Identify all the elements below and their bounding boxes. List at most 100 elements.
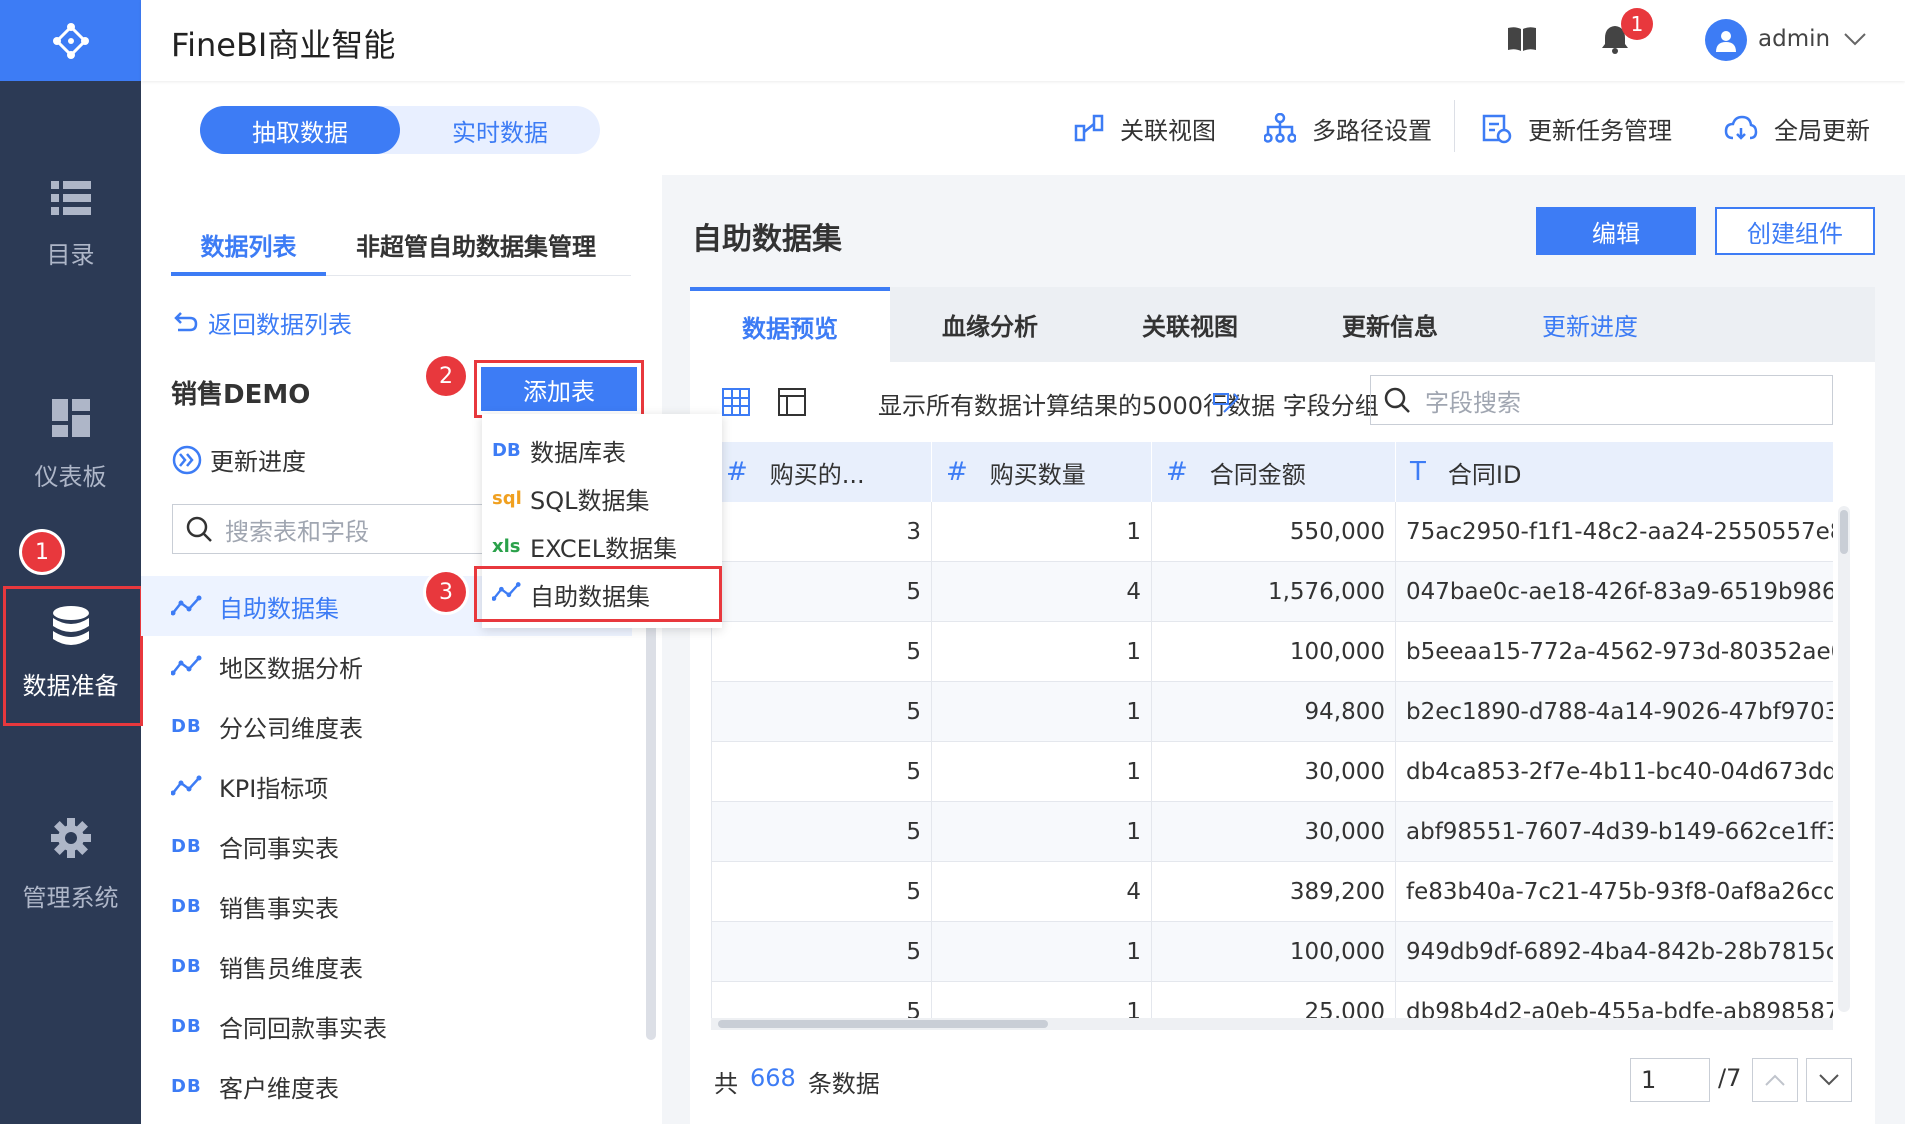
table-row[interactable]: 5 1 30,000 abf98551-7607-4d39-b149-662ce…	[712, 802, 1833, 862]
table-row[interactable]: 5 4 1,576,000 047bae0c-ae18-426f-83a9-65…	[712, 562, 1833, 622]
table-cell: 30,000	[1152, 742, 1396, 802]
list-item[interactable]: DB 分公司维度表	[141, 696, 632, 756]
rail-item-admin[interactable]: 管理系统	[0, 800, 141, 930]
table-cell: b5eeaa15-772a-4562-973d-80352ae0c1	[1396, 622, 1833, 682]
column-header[interactable]: T 合同ID	[1396, 442, 1833, 502]
table-row[interactable]: 5 4 389,200 fe83b40a-7c21-475b-93f8-0af8…	[712, 862, 1833, 922]
field-search-input[interactable]: 字段搜索	[1370, 375, 1833, 425]
column-header[interactable]: # 购买数量	[932, 442, 1152, 502]
list-item[interactable]: DB 客户维度表	[141, 1056, 632, 1116]
task-schedule-icon	[1482, 114, 1512, 144]
next-page-button[interactable]	[1806, 1058, 1852, 1102]
table-horizontal-scroll-thumb[interactable]	[718, 1020, 1048, 1028]
tab-update-info[interactable]: 更新信息	[1290, 287, 1490, 362]
tab-relation-view[interactable]: 关联视图	[1090, 287, 1290, 362]
top-bar: FineBI商业智能 1 admin	[141, 0, 1905, 81]
gear-icon	[50, 817, 91, 858]
numeric-type-icon: #	[946, 457, 968, 487]
update-tasks-button[interactable]: 更新任务管理	[1482, 108, 1672, 148]
table-row[interactable]: 5 1 30,000 db4ca853-2f7e-4b11-bc40-04d67…	[712, 742, 1833, 802]
db-table-icon: DB	[171, 835, 202, 857]
prev-page-button[interactable]	[1752, 1058, 1798, 1102]
list-item[interactable]: DB 合同回款事实表	[141, 996, 632, 1056]
global-update-button[interactable]: 全局更新	[1724, 108, 1870, 148]
table-cell: abf98551-7607-4d39-b149-662ce1ff3ec3	[1396, 802, 1833, 862]
table-row[interactable]: 3 1 550,000 75ac2950-f1f1-48c2-aa24-2550…	[712, 502, 1833, 562]
column-header[interactable]: # 合同金额	[1152, 442, 1396, 502]
cloud-refresh-icon	[1724, 115, 1758, 140]
table-cell: 30,000	[1152, 802, 1396, 862]
table-row[interactable]: 5 1 100,000 949db9df-6892-4ba4-842b-28b7…	[712, 922, 1833, 982]
table-header: # 购买的... # 购买数量 # 合同金额 T 合同ID	[712, 442, 1833, 502]
user-icon	[1716, 31, 1736, 52]
menu-item-db-table[interactable]: DB 数据库表	[482, 426, 722, 474]
excel-icon: xls	[492, 535, 521, 557]
layout-view-icon[interactable]	[778, 388, 806, 416]
avatar[interactable]	[1705, 19, 1747, 61]
list-item[interactable]: DB 销售事实表	[141, 876, 632, 936]
back-to-list-link[interactable]: 返回数据列表	[172, 304, 352, 340]
table-row[interactable]: 5 1 94,800 b2ec1890-d788-4a14-9026-47bf9…	[712, 682, 1833, 742]
self-dataset-icon	[171, 595, 202, 616]
dataset-title: 自助数据集	[692, 222, 842, 257]
rail-item-catalog[interactable]: 目录	[0, 160, 141, 290]
column-header-label: 合同ID	[1447, 460, 1522, 489]
page-number-input[interactable]: 1	[1630, 1058, 1710, 1102]
mode-extract-button[interactable]: 抽取数据	[200, 106, 400, 154]
active-tab-indicator	[171, 272, 326, 276]
app-logo[interactable]	[0, 0, 141, 81]
highlight-frame-self-dataset	[474, 566, 722, 622]
chevron-down-icon[interactable]	[1843, 32, 1867, 46]
table-cell: 389,200	[1152, 862, 1396, 922]
table-cell: 1	[932, 922, 1152, 982]
chevron-up-icon	[1765, 1074, 1785, 1086]
rail-item-dashboard[interactable]: 仪表板	[0, 380, 141, 510]
table-cell: 1	[932, 982, 1152, 1018]
tab-update-progress[interactable]: 更新进度	[1490, 287, 1690, 362]
edit-button[interactable]: 编辑	[1536, 207, 1696, 255]
self-dataset-icon	[171, 775, 202, 796]
search-icon	[1384, 387, 1410, 413]
multipath-button[interactable]: 多路径设置	[1264, 108, 1432, 148]
list-item[interactable]: 地区数据分析	[141, 636, 632, 696]
update-progress-link[interactable]: 更新进度	[172, 442, 306, 477]
back-link-label: 返回数据列表	[208, 310, 352, 339]
table-vertical-scroll-thumb[interactable]	[1840, 510, 1848, 554]
relation-view-button[interactable]: 关联视图	[1074, 108, 1216, 148]
grid-view-icon[interactable]	[722, 388, 750, 416]
field-group-icon[interactable]	[1212, 388, 1242, 418]
list-item[interactable]: DB 合同事实表	[141, 816, 632, 876]
tab-data-preview[interactable]: 数据预览	[690, 287, 890, 362]
table-cell: 1	[932, 742, 1152, 802]
table-cell: 5	[712, 682, 932, 742]
table-cell: 949db9df-6892-4ba4-842b-28b7815cca9	[1396, 922, 1833, 982]
tab-lineage[interactable]: 血缘分析	[890, 287, 1090, 362]
table-row[interactable]: 5 1 25,000 db98b4d2-a0eb-455a-bdfe-ab898…	[712, 982, 1833, 1018]
table-cell: 5	[712, 982, 932, 1018]
table-vertical-scrollbar[interactable]	[1838, 506, 1850, 1012]
book-icon[interactable]	[1507, 26, 1537, 52]
tab-data-list[interactable]: 数据列表	[171, 212, 326, 276]
table-cell: 75ac2950-f1f1-48c2-aa24-2550557e85e	[1396, 502, 1833, 562]
data-preview-table: # 购买的... # 购买数量 # 合同金额 T 合同ID 3 1 550,000 75…	[711, 442, 1833, 1018]
menu-item-label: SQL数据集	[530, 486, 650, 515]
mode-realtime-button[interactable]: 实时数据	[400, 106, 600, 154]
table-row[interactable]: 5 1 100,000 b5eeaa15-772a-4562-973d-8035…	[712, 622, 1833, 682]
column-header[interactable]: # 购买的...	[712, 442, 932, 502]
list-item-label: KPI指标项	[219, 774, 329, 803]
menu-item-sql-dataset[interactable]: sql SQL数据集	[482, 474, 722, 522]
relation-view-label: 关联视图	[1120, 116, 1216, 145]
list-item[interactable]: KPI指标项	[141, 756, 632, 816]
field-group-label[interactable]: 字段分组	[1283, 392, 1379, 420]
rail-item-admin-label: 管理系统	[22, 883, 119, 912]
menu-item-excel-dataset[interactable]: xls EXCEL数据集	[482, 522, 722, 570]
db-table-icon: DB	[171, 715, 202, 737]
numeric-type-icon: #	[1166, 457, 1188, 487]
total-count: 共 668 条数据	[714, 1064, 880, 1099]
list-scrollbar[interactable]	[646, 600, 656, 1040]
user-name[interactable]: admin	[1758, 26, 1830, 52]
list-item[interactable]: DB 销售员维度表	[141, 936, 632, 996]
list-item-label: 销售事实表	[219, 894, 339, 923]
create-component-button[interactable]: 创建组件	[1715, 207, 1875, 255]
tab-self-service-management[interactable]: 非超管自助数据集管理	[356, 212, 596, 276]
